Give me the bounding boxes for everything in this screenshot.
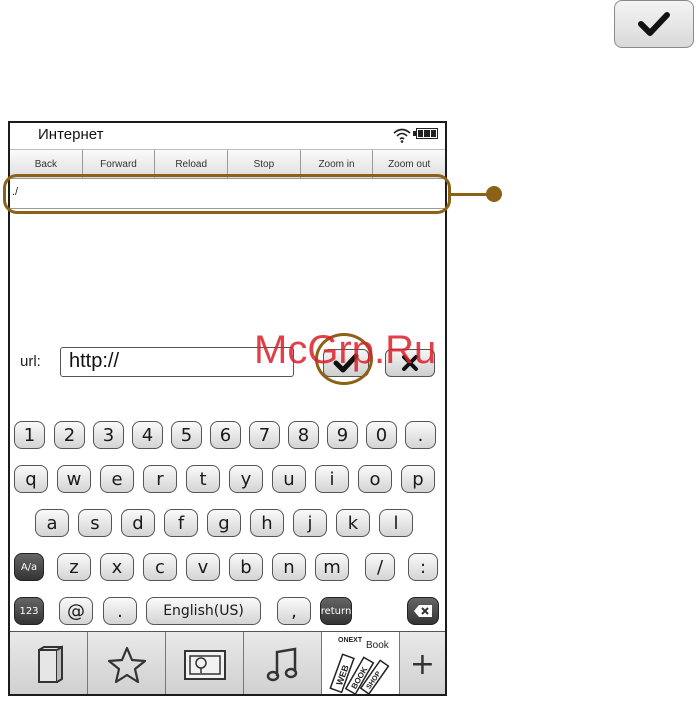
url-label: url: [20,353,41,370]
tab-music[interactable] [244,632,322,694]
key-r[interactable]: r [143,465,177,493]
key-m[interactable]: m [315,553,349,581]
tab-pictures[interactable] [166,632,244,694]
key-s[interactable]: s [78,509,112,537]
key-0[interactable]: 0 [366,421,397,449]
key-period[interactable]: . [103,597,137,625]
ok-button[interactable] [614,0,694,48]
key-dot[interactable]: . [405,421,436,449]
url-entry-row: url: http:// [10,343,445,383]
key-5[interactable]: 5 [171,421,202,449]
title-bar: Интернет [10,123,445,150]
close-icon [402,355,418,371]
backspace-icon [414,605,432,617]
numbers-key[interactable]: 123 [14,597,44,625]
tab-library[interactable] [10,632,88,694]
key-q[interactable]: q [14,465,48,493]
battery-icon [413,128,438,139]
key-j[interactable]: j [293,509,327,537]
svg-text:ONEXT: ONEXT [338,637,363,644]
key-7[interactable]: 7 [249,421,280,449]
key-h[interactable]: h [250,509,284,537]
key-g[interactable]: g [207,509,241,537]
webbook-icon: ONEXT Book WEB BOOK SHOP [328,637,390,694]
book-icon [37,644,63,683]
key-i[interactable]: i [315,465,349,493]
key-e[interactable]: e [100,465,134,493]
shift-key[interactable]: A/a [14,553,44,581]
backspace-key[interactable] [407,597,439,625]
key-6[interactable]: 6 [210,421,241,449]
key-1[interactable]: 1 [14,421,45,449]
language-key[interactable]: English(US) [146,597,261,625]
key-a[interactable]: a [35,509,69,537]
key-2[interactable]: 2 [54,421,85,449]
key-p[interactable]: p [401,465,435,493]
key-k[interactable]: k [336,509,370,537]
tab-favorites[interactable] [88,632,166,694]
key-o[interactable]: o [358,465,392,493]
key-8[interactable]: 8 [288,421,319,449]
key-w[interactable]: w [57,465,91,493]
key-n[interactable]: n [272,553,306,581]
app-title: Интернет [38,126,104,143]
cancel-url-button[interactable] [385,349,435,377]
address-bar-callout [3,174,451,214]
tab-webbook[interactable]: ONEXT Book WEB BOOK SHOP [322,632,400,694]
key-comma[interactable]: , [277,597,311,625]
key-y[interactable]: y [229,465,263,493]
key-3[interactable]: 3 [93,421,124,449]
key-c[interactable]: c [143,553,177,581]
key-4[interactable]: 4 [132,421,163,449]
key-b[interactable]: b [229,553,263,581]
check-icon [638,12,670,36]
key-x[interactable]: x [100,553,134,581]
bottom-tab-bar: ONEXT Book WEB BOOK SHOP + [10,631,445,694]
key-t[interactable]: t [186,465,220,493]
url-input[interactable]: http:// [60,347,294,377]
key-9[interactable]: 9 [327,421,358,449]
tab-more[interactable]: + [400,632,445,694]
return-key[interactable]: return [320,597,352,625]
key-slash[interactable]: / [365,553,395,581]
confirm-button-callout [315,333,373,385]
key-u[interactable]: u [272,465,306,493]
key-f[interactable]: f [164,509,198,537]
music-icon [266,647,297,681]
key-d[interactable]: d [121,509,155,537]
key-at[interactable]: @ [59,597,93,625]
wifi-icon [393,128,411,143]
key-l[interactable]: l [379,509,413,537]
key-colon[interactable]: : [408,553,438,581]
callout-marker [486,186,502,202]
picture-icon [183,649,226,680]
key-v[interactable]: v [186,553,220,581]
key-z[interactable]: z [57,553,91,581]
svg-text:Book: Book [366,640,390,651]
star-icon [107,646,146,683]
